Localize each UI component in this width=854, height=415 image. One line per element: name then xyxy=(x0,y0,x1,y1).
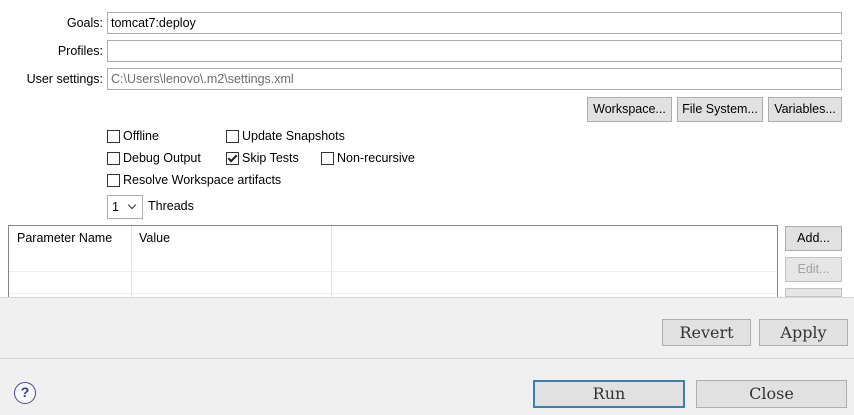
edit-parameter-button[interactable]: Edit... xyxy=(785,257,842,282)
user-settings-label: User settings: xyxy=(26,72,103,86)
add-parameter-button[interactable]: Add... xyxy=(785,226,842,251)
apply-button[interactable]: Apply xyxy=(759,319,848,346)
debug-output-checkbox-box[interactable] xyxy=(107,151,120,165)
goals-input[interactable]: tomcat7:deploy xyxy=(107,12,842,34)
threads-label: Threads xyxy=(148,199,194,213)
column-divider xyxy=(131,226,132,297)
offline-checkbox-box[interactable] xyxy=(107,129,120,143)
profiles-label: Profiles: xyxy=(57,44,103,58)
chevron-down-icon xyxy=(127,200,137,210)
threads-select-value: 1 xyxy=(112,200,119,214)
non-recursive-checkbox[interactable]: Non-recursive xyxy=(321,149,415,167)
user-settings-input[interactable]: C:\Users\lenovo\.m2\settings.xml xyxy=(107,68,842,90)
profiles-input[interactable] xyxy=(107,40,842,62)
offline-label: Offline xyxy=(123,129,159,143)
row-divider xyxy=(9,271,777,272)
main-tab-panel: Goals: tomcat7:deploy Profiles: User set… xyxy=(0,0,854,297)
column-header-value[interactable]: Value xyxy=(131,226,331,250)
column-divider xyxy=(331,226,332,297)
remove-parameter-button[interactable] xyxy=(785,288,842,297)
update-snapshots-label: Update Snapshots xyxy=(242,129,345,143)
resolve-workspace-label: Resolve Workspace artifacts xyxy=(123,173,282,187)
column-header-parameter-name[interactable]: Parameter Name xyxy=(9,226,131,250)
debug-output-label: Debug Output xyxy=(123,151,201,165)
non-recursive-checkbox-box[interactable] xyxy=(321,151,334,165)
file-system-button[interactable]: File System... xyxy=(677,97,763,122)
run-button[interactable]: Run xyxy=(533,380,685,408)
non-recursive-label: Non-recursive xyxy=(337,151,415,165)
parameters-table[interactable]: Parameter Name Value xyxy=(8,225,778,297)
panel-divider xyxy=(0,297,854,298)
update-snapshots-checkbox[interactable]: Update Snapshots xyxy=(226,127,345,145)
offline-checkbox[interactable]: Offline xyxy=(107,127,159,145)
resolve-workspace-checkbox-box[interactable] xyxy=(107,173,120,187)
revert-button[interactable]: Revert xyxy=(662,319,751,346)
debug-output-checkbox[interactable]: Debug Output xyxy=(107,149,201,167)
skip-tests-checkbox[interactable]: Skip Tests xyxy=(226,149,299,167)
row-divider xyxy=(9,293,777,294)
goals-label: Goals: xyxy=(66,16,103,30)
variables-button[interactable]: Variables... xyxy=(768,97,842,122)
skip-tests-checkbox-box[interactable] xyxy=(226,151,239,165)
footer-divider xyxy=(0,358,854,359)
update-snapshots-checkbox-box[interactable] xyxy=(226,129,239,143)
help-icon[interactable]: ? xyxy=(14,382,36,404)
threads-select[interactable]: 1 xyxy=(107,195,143,219)
skip-tests-label: Skip Tests xyxy=(242,151,299,165)
checkmark-icon xyxy=(227,152,238,162)
close-button[interactable]: Close xyxy=(696,380,847,408)
workspace-button[interactable]: Workspace... xyxy=(587,97,672,122)
resolve-workspace-checkbox[interactable]: Resolve Workspace artifacts xyxy=(107,171,281,189)
